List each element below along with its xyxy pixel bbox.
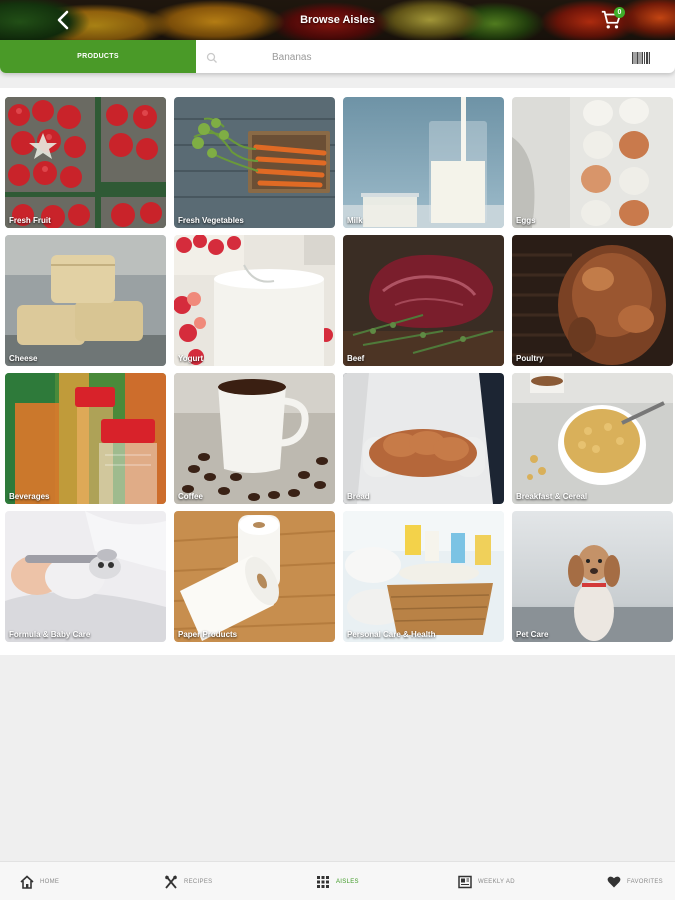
paper-products-image (174, 511, 335, 642)
bottom-nav: HOME RECIPES AISLES WEEKLY AD FAVORITES (0, 861, 675, 900)
aisle-label: Yogurt (178, 354, 204, 363)
nav-item-recipes[interactable]: RECIPES (164, 862, 212, 900)
nav-label-home: HOME (40, 878, 60, 885)
cheese-image (5, 235, 166, 366)
aisle-label: Poultry (516, 354, 544, 363)
aisle-label: Eggs (516, 216, 536, 225)
aisle-tile-pet-care[interactable]: Pet Care (512, 511, 673, 642)
aisle-label: Personal Care & Health (347, 630, 436, 639)
aisle-label: Cheese (9, 354, 38, 363)
aisle-tile-beverages[interactable]: Beverages (5, 373, 166, 504)
aisle-tile-eggs[interactable]: Eggs (512, 97, 673, 228)
home-icon (20, 874, 34, 889)
page-title: Browse Aisles (300, 14, 375, 26)
cart-icon[interactable]: 0 (600, 7, 626, 33)
fresh-fruit-image (5, 97, 166, 228)
search-icon (206, 51, 218, 63)
coffee-image (174, 373, 335, 504)
utensils-icon (164, 874, 178, 889)
cart-count-badge: 0 (614, 7, 625, 18)
yogurt-image (174, 235, 335, 366)
aisle-tile-cheese[interactable]: Cheese (5, 235, 166, 366)
aisle-tile-paper-products[interactable]: Paper Products (174, 511, 335, 642)
aisle-label: Beef (347, 354, 365, 363)
nav-item-aisles[interactable]: AISLES (316, 862, 359, 900)
aisle-label: Formula & Baby Care (9, 630, 91, 639)
aisle-tile-bread[interactable]: Bread (343, 373, 504, 504)
breakfast-cereal-image (512, 373, 673, 504)
aisle-tile-yogurt[interactable]: Yogurt (174, 235, 335, 366)
aisle-label: Beverages (9, 492, 50, 501)
aisle-tile-breakfast-cereal[interactable]: Breakfast & Cereal (512, 373, 673, 504)
search-bar: PRODUCTS (0, 40, 675, 73)
aisle-tile-beef[interactable]: Beef (343, 235, 504, 366)
aisle-tile-personal-care-health[interactable]: Personal Care & Health (343, 511, 504, 642)
nav-item-home[interactable]: HOME (20, 862, 59, 900)
products-tab[interactable]: PRODUCTS (0, 40, 196, 73)
beverages-image (5, 373, 166, 504)
app-header: Browse Aisles 0 (0, 0, 675, 40)
milk-image (343, 97, 504, 228)
aisle-tile-coffee[interactable]: Coffee (174, 373, 335, 504)
aisle-label: Bread (347, 492, 370, 501)
aisle-label: Fresh Vegetables (178, 216, 244, 225)
aisle-label: Pet Care (516, 630, 549, 639)
aisle-label: Fresh Fruit (9, 216, 51, 225)
barcode-icon[interactable] (632, 51, 650, 64)
aisle-tile-poultry[interactable]: Poultry (512, 235, 673, 366)
nav-label-favorites: FAVORITES (627, 878, 663, 885)
aisle-tile-milk[interactable]: Milk (343, 97, 504, 228)
formula-baby-care-image (5, 511, 166, 642)
eggs-image (512, 97, 673, 228)
heart-icon (607, 875, 621, 889)
aisle-tile-fresh-vegetables[interactable]: Fresh Vegetables (174, 97, 335, 228)
grid-icon (316, 875, 330, 889)
aisle-tile-fresh-fruit[interactable]: Fresh Fruit (5, 97, 166, 228)
nav-label-aisles: AISLES (336, 878, 359, 885)
aisle-tile-formula-baby-care[interactable]: Formula & Baby Care (5, 511, 166, 642)
poultry-image (512, 235, 673, 366)
aisle-label: Coffee (178, 492, 203, 501)
fresh-vegetables-image (174, 97, 335, 228)
beef-image (343, 235, 504, 366)
search-input[interactable] (232, 46, 612, 68)
aisle-grid: Fresh Fruit Fresh Vegetables Milk Eggs C… (0, 88, 675, 655)
bread-image (343, 373, 504, 504)
nav-label-recipes: RECIPES (184, 878, 213, 885)
nav-label-weekly-ad: WEEKLY AD (478, 878, 515, 885)
nav-item-weekly-ad[interactable]: WEEKLY AD (458, 862, 515, 900)
aisle-label: Paper Products (178, 630, 238, 639)
personal-care-health-image (343, 511, 504, 642)
newspaper-icon (458, 875, 472, 889)
aisle-label: Milk (347, 216, 363, 225)
nav-item-favorites[interactable]: FAVORITES (607, 862, 663, 900)
pet-care-image (512, 511, 673, 642)
aisle-label: Breakfast & Cereal (516, 492, 588, 501)
